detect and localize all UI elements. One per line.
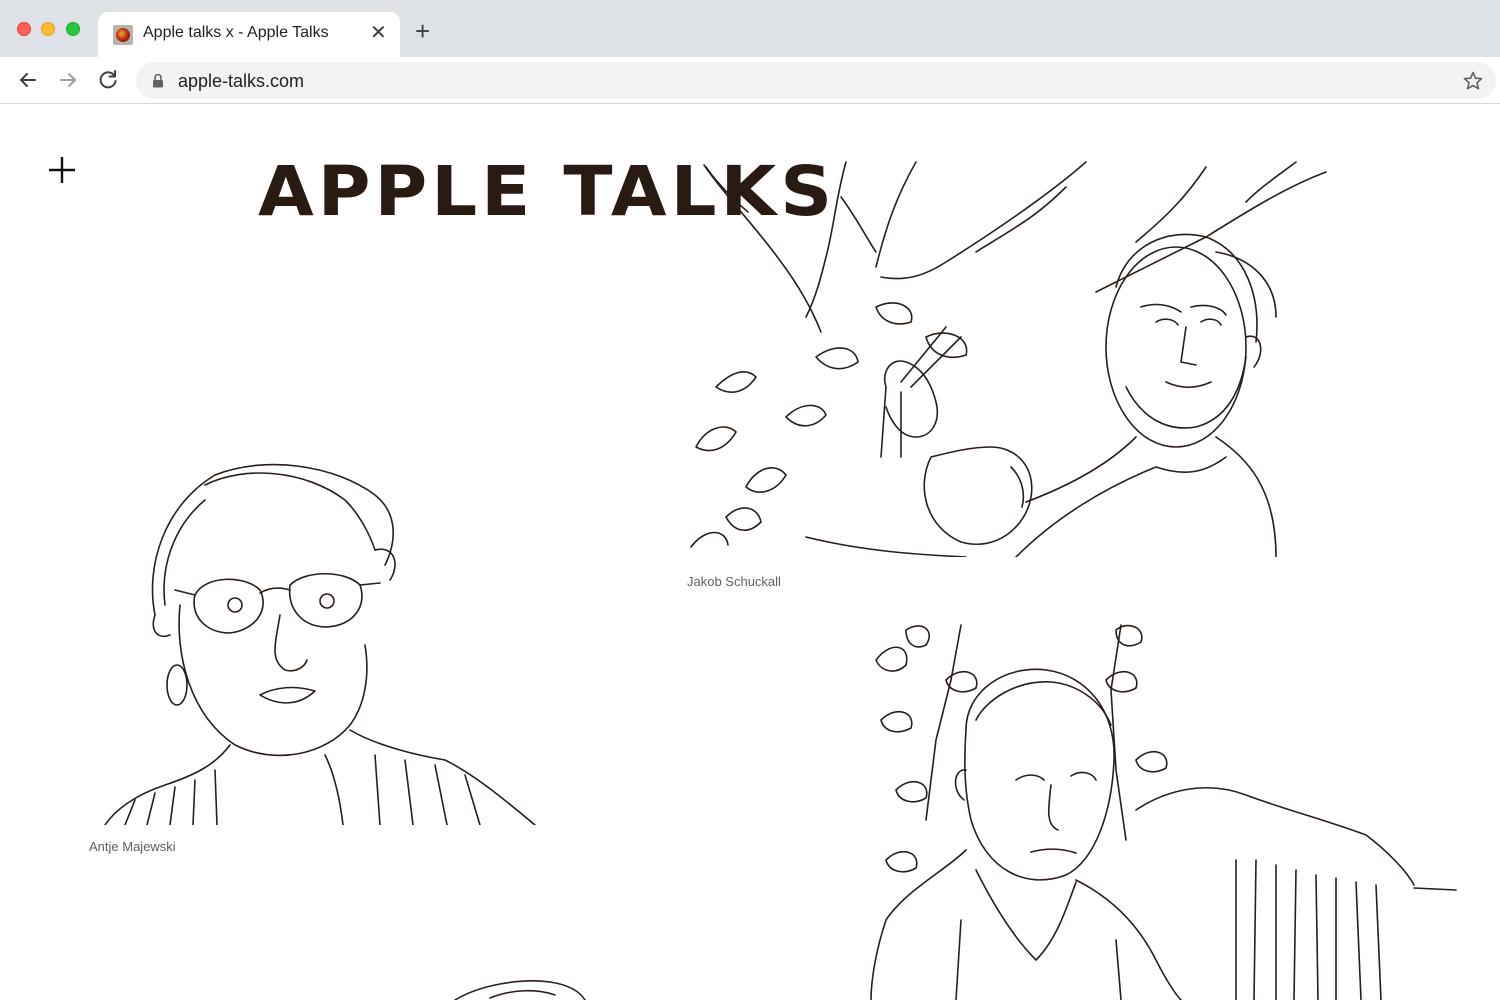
close-window-button[interactable]	[17, 22, 31, 36]
lock-icon[interactable]	[152, 73, 164, 88]
back-arrow-icon[interactable]	[15, 67, 41, 93]
plus-icon[interactable]	[47, 155, 77, 185]
url-text[interactable]: apple-talks.com	[178, 71, 304, 92]
forward-arrow-icon[interactable]	[55, 67, 81, 93]
bookmark-star-icon[interactable]	[1462, 70, 1484, 92]
portrait-jakob-schuckall[interactable]	[686, 157, 1336, 557]
tab-title: Apple talks x - Apple Talks	[143, 24, 329, 41]
zoom-window-button[interactable]	[66, 22, 80, 36]
browser-tab-active[interactable]: Apple talks x - Apple Talks ✕	[98, 12, 400, 57]
minimize-window-button[interactable]	[41, 22, 55, 36]
new-tab-button[interactable]: +	[415, 18, 430, 44]
address-bar[interactable]: apple-talks.com	[136, 62, 1496, 99]
browser-toolbar: apple-talks.com	[0, 57, 1500, 104]
portrait-man-in-garden[interactable]	[866, 620, 1466, 1000]
portrait-antje-majewski[interactable]	[95, 455, 545, 825]
apple-favicon-icon	[113, 25, 133, 45]
portrait-caption: Jakob Schuckall	[687, 574, 781, 589]
portrait-caption: Antje Majewski	[89, 839, 176, 854]
browser-tab-strip: Apple talks x - Apple Talks ✕ +	[0, 0, 1500, 57]
apple-talks-page: APPLE TALKS Jakob Schuckall Antje Majews…	[0, 105, 1500, 1000]
reload-icon[interactable]	[95, 67, 121, 93]
close-icon[interactable]: ✕	[370, 23, 387, 43]
portrait-partial[interactable]	[450, 970, 600, 1000]
